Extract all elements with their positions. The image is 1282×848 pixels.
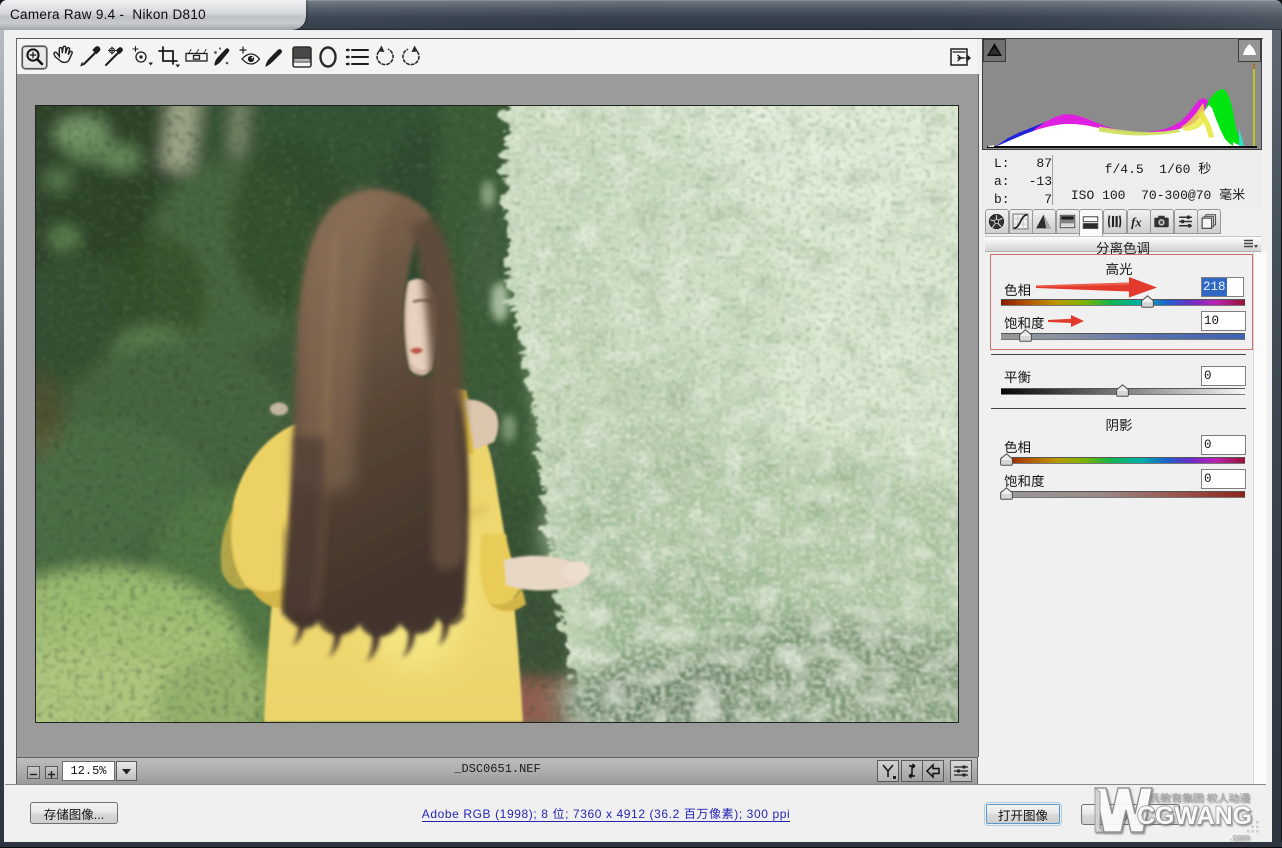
svg-text:fx: fx xyxy=(1131,215,1142,229)
svg-text:CGWANG: CGWANG xyxy=(1137,802,1252,830)
